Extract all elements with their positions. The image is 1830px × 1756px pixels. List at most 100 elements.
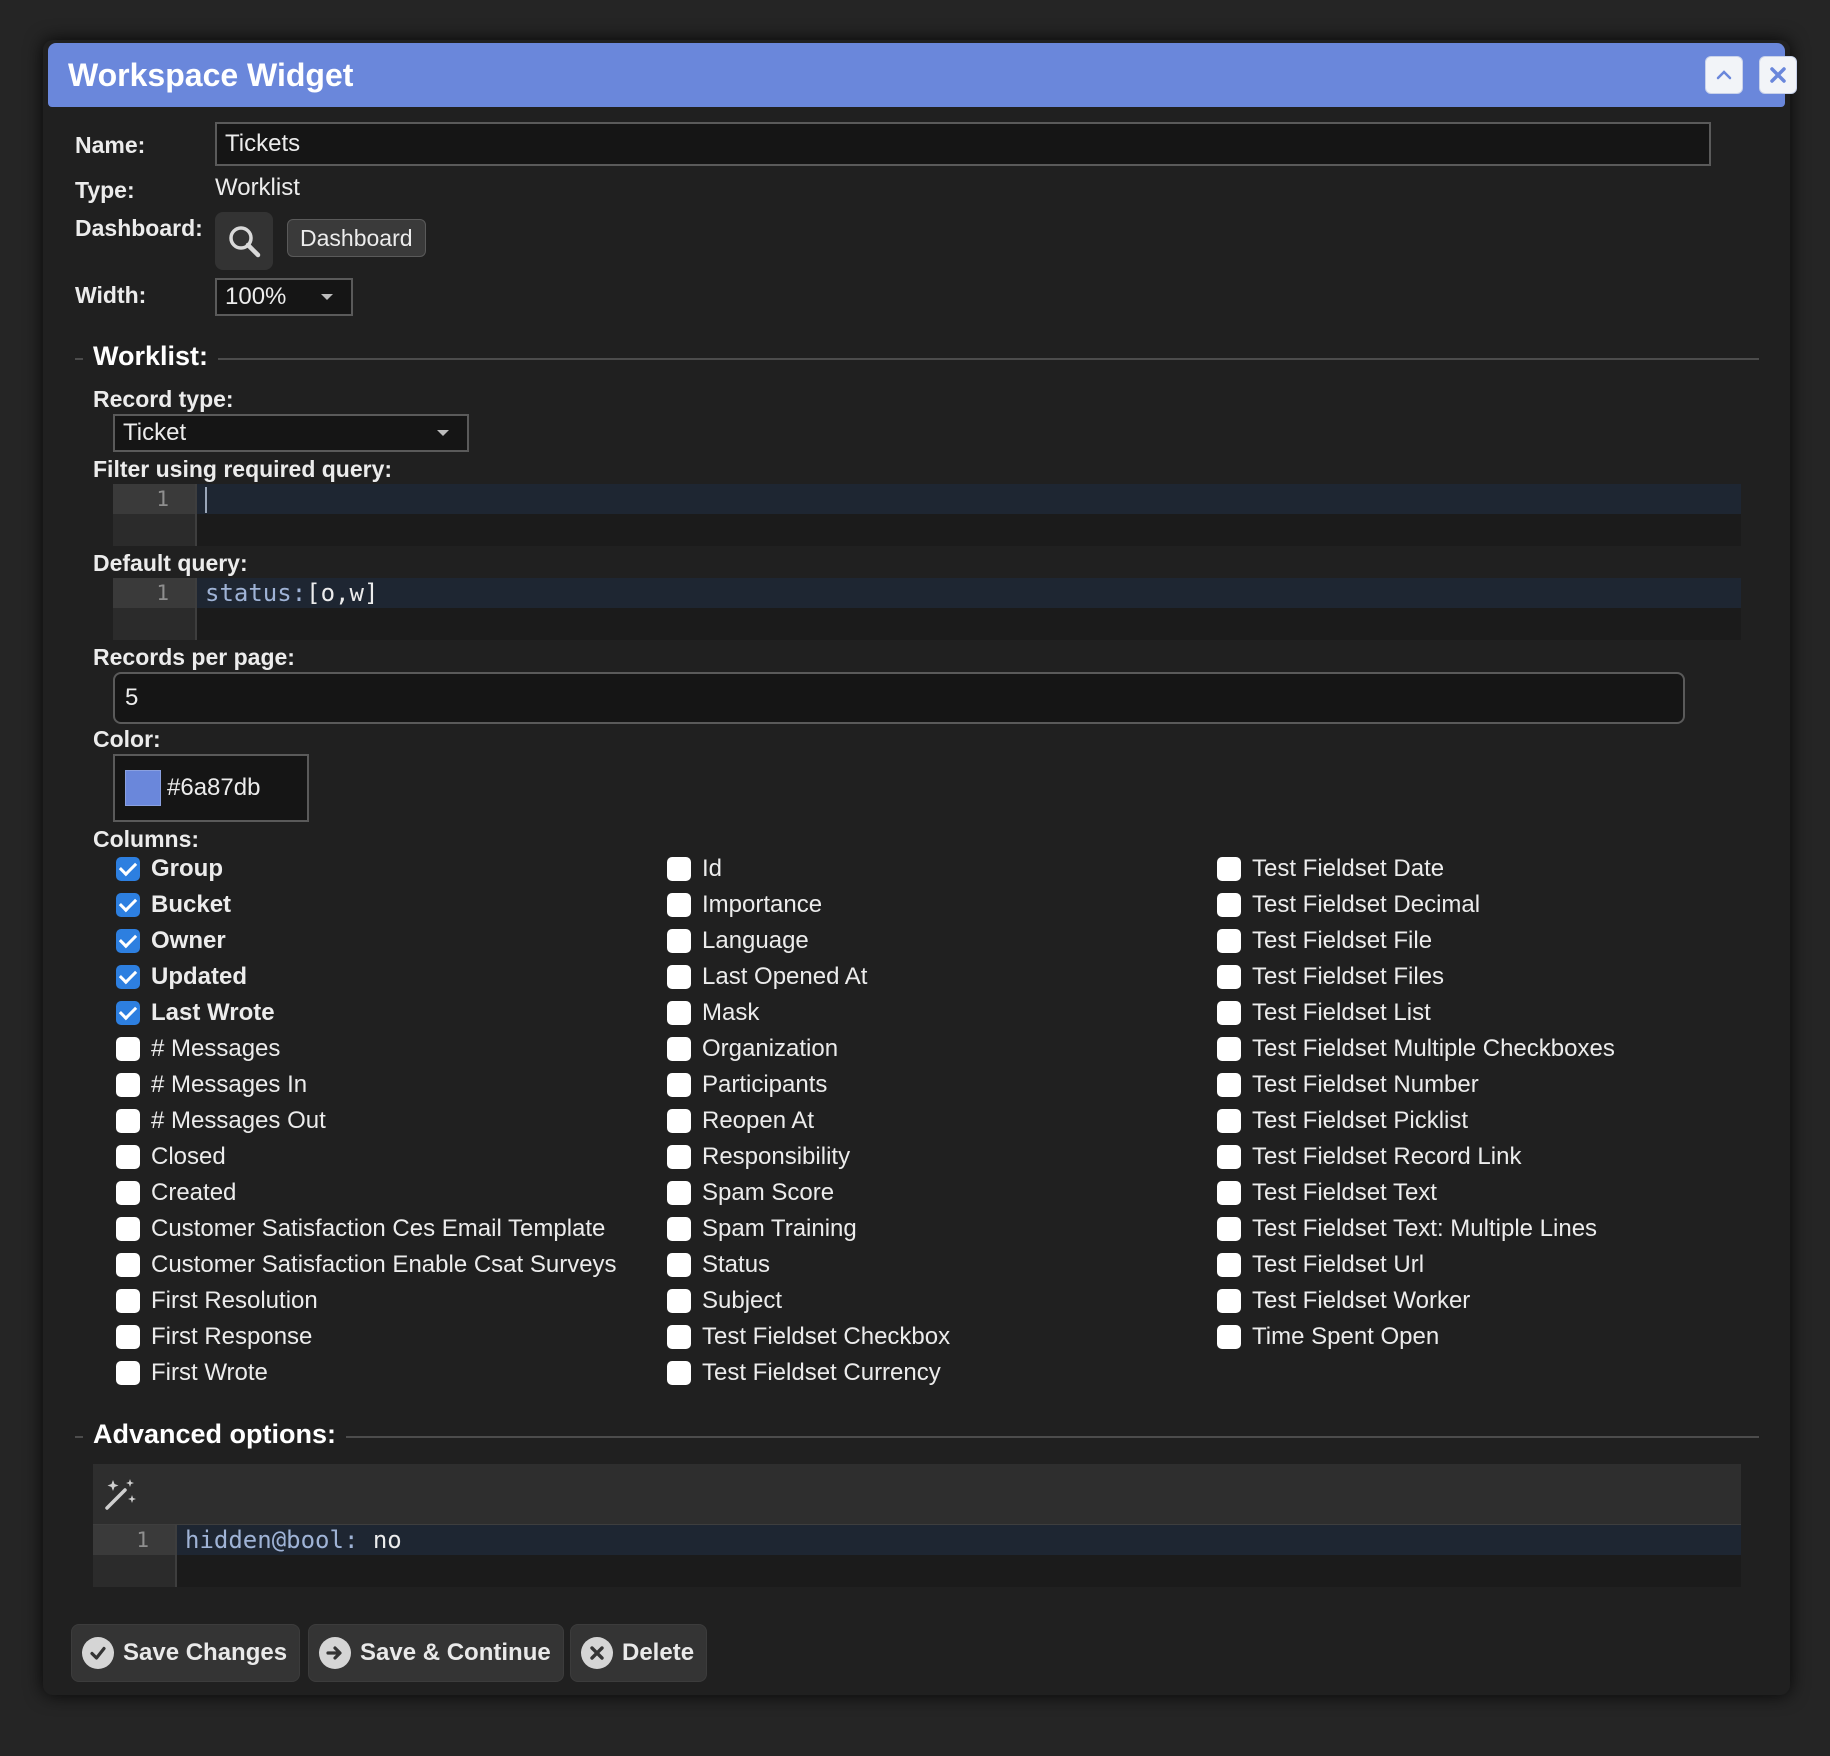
column-option[interactable]: First Response xyxy=(116,1322,312,1352)
checkbox-checked[interactable] xyxy=(116,965,140,989)
checkbox[interactable] xyxy=(667,1073,691,1097)
collapse-button[interactable] xyxy=(1705,56,1743,94)
column-option[interactable]: Test Fieldset Number xyxy=(1217,1070,1479,1100)
column-option[interactable]: # Messages In xyxy=(116,1070,307,1100)
checkbox[interactable] xyxy=(667,1001,691,1025)
column-option[interactable]: Participants xyxy=(667,1070,827,1100)
checkbox[interactable] xyxy=(1217,1217,1241,1241)
checkbox[interactable] xyxy=(667,1361,691,1385)
column-option[interactable]: Time Spent Open xyxy=(1217,1322,1439,1352)
checkbox[interactable] xyxy=(1217,1073,1241,1097)
checkbox[interactable] xyxy=(1217,929,1241,953)
magic-wand-button[interactable] xyxy=(103,1476,139,1512)
dialog-titlebar[interactable]: Workspace Widget xyxy=(48,43,1797,107)
checkbox[interactable] xyxy=(1217,965,1241,989)
checkbox[interactable] xyxy=(667,1145,691,1169)
checkbox[interactable] xyxy=(116,1073,140,1097)
checkbox[interactable] xyxy=(667,893,691,917)
checkbox[interactable] xyxy=(667,965,691,989)
column-option[interactable]: Test Fieldset Picklist xyxy=(1217,1106,1468,1136)
advanced-code-line[interactable]: hidden@bool: no xyxy=(185,1525,402,1555)
column-option[interactable]: Test Fieldset Multiple Checkboxes xyxy=(1217,1034,1615,1064)
checkbox[interactable] xyxy=(116,1109,140,1133)
column-option[interactable]: Mask xyxy=(667,998,759,1028)
column-option[interactable]: Test Fieldset Checkbox xyxy=(667,1322,950,1352)
column-option[interactable]: # Messages Out xyxy=(116,1106,326,1136)
checkbox-checked[interactable] xyxy=(116,1001,140,1025)
column-option[interactable]: Id xyxy=(667,854,722,884)
checkbox[interactable] xyxy=(1217,1001,1241,1025)
name-input[interactable]: Tickets xyxy=(215,122,1711,166)
checkbox[interactable] xyxy=(116,1361,140,1385)
column-option[interactable]: Test Fieldset Url xyxy=(1217,1250,1424,1280)
checkbox[interactable] xyxy=(667,929,691,953)
delete-button[interactable]: Delete xyxy=(570,1624,708,1682)
column-option[interactable]: Test Fieldset Text xyxy=(1217,1178,1437,1208)
checkbox-checked[interactable] xyxy=(116,893,140,917)
record-type-select[interactable]: Ticket xyxy=(113,414,469,452)
column-option[interactable]: Organization xyxy=(667,1034,838,1064)
column-option[interactable]: Test Fieldset Files xyxy=(1217,962,1444,992)
checkbox[interactable] xyxy=(1217,1037,1241,1061)
column-option[interactable]: Test Fieldset File xyxy=(1217,926,1432,956)
checkbox[interactable] xyxy=(116,1253,140,1277)
color-picker[interactable]: #6a87db xyxy=(113,754,309,822)
column-option[interactable]: Bucket xyxy=(116,890,231,920)
advanced-editor[interactable]: 1 hidden@bool: no xyxy=(93,1525,1741,1587)
default-query-editor[interactable]: 1 status:[o,w] xyxy=(113,578,1741,640)
save-continue-button[interactable]: Save & Continue xyxy=(308,1624,564,1682)
checkbox[interactable] xyxy=(667,1325,691,1349)
column-option[interactable]: # Messages xyxy=(116,1034,280,1064)
column-option[interactable]: Spam Training xyxy=(667,1214,857,1244)
filter-query-editor[interactable]: 1 xyxy=(113,484,1741,546)
column-option[interactable]: Owner xyxy=(116,926,226,956)
checkbox[interactable] xyxy=(1217,893,1241,917)
save-changes-button[interactable]: Save Changes xyxy=(71,1624,301,1682)
default-query-code-line[interactable]: status:[o,w] xyxy=(205,578,378,608)
checkbox[interactable] xyxy=(1217,1109,1241,1133)
column-option[interactable]: Last Opened At xyxy=(667,962,867,992)
checkbox[interactable] xyxy=(667,1253,691,1277)
column-option[interactable]: First Wrote xyxy=(116,1358,268,1388)
checkbox[interactable] xyxy=(667,857,691,881)
column-option[interactable]: Test Fieldset List xyxy=(1217,998,1431,1028)
column-option[interactable]: Group xyxy=(116,854,223,884)
width-select[interactable]: 100% xyxy=(215,278,353,316)
checkbox[interactable] xyxy=(116,1037,140,1061)
column-option[interactable]: Language xyxy=(667,926,809,956)
column-option[interactable]: Test Fieldset Date xyxy=(1217,854,1444,884)
column-option[interactable]: Responsibility xyxy=(667,1142,850,1172)
column-option[interactable]: Updated xyxy=(116,962,247,992)
checkbox[interactable] xyxy=(667,1109,691,1133)
column-option[interactable]: Last Wrote xyxy=(116,998,275,1028)
checkbox[interactable] xyxy=(667,1181,691,1205)
checkbox[interactable] xyxy=(1217,1181,1241,1205)
column-option[interactable]: Reopen At xyxy=(667,1106,814,1136)
checkbox[interactable] xyxy=(116,1325,140,1349)
checkbox[interactable] xyxy=(116,1145,140,1169)
checkbox[interactable] xyxy=(667,1037,691,1061)
checkbox[interactable] xyxy=(667,1217,691,1241)
checkbox[interactable] xyxy=(1217,1145,1241,1169)
checkbox[interactable] xyxy=(667,1289,691,1313)
checkbox[interactable] xyxy=(116,1181,140,1205)
checkbox[interactable] xyxy=(1217,1325,1241,1349)
column-option[interactable]: Test Fieldset Decimal xyxy=(1217,890,1480,920)
checkbox-checked[interactable] xyxy=(116,929,140,953)
column-option[interactable]: Customer Satisfaction Enable Csat Survey… xyxy=(116,1250,617,1280)
column-option[interactable]: Closed xyxy=(116,1142,226,1172)
checkbox[interactable] xyxy=(116,1217,140,1241)
column-option[interactable]: Customer Satisfaction Ces Email Template xyxy=(116,1214,605,1244)
records-per-page-input[interactable]: 5 xyxy=(113,672,1685,724)
column-option[interactable]: Test Fieldset Worker xyxy=(1217,1286,1470,1316)
column-option[interactable]: Test Fieldset Currency xyxy=(667,1358,941,1388)
column-option[interactable]: First Resolution xyxy=(116,1286,318,1316)
column-option[interactable]: Spam Score xyxy=(667,1178,834,1208)
column-option[interactable]: Test Fieldset Text: Multiple Lines xyxy=(1217,1214,1597,1244)
column-option[interactable]: Status xyxy=(667,1250,770,1280)
column-option[interactable]: Test Fieldset Record Link xyxy=(1217,1142,1521,1172)
column-option[interactable]: Subject xyxy=(667,1286,782,1316)
close-button[interactable] xyxy=(1759,56,1797,94)
checkbox-checked[interactable] xyxy=(116,857,140,881)
dashboard-chip[interactable]: Dashboard xyxy=(287,219,426,257)
